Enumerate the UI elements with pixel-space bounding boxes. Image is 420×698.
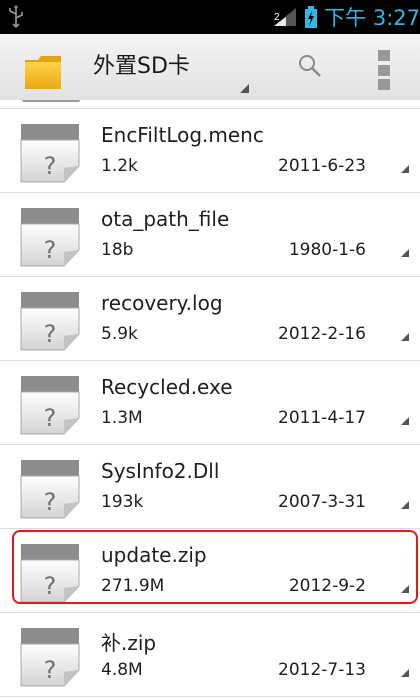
dropdown-indicator-icon[interactable] [240,84,249,93]
file-name: EncFiltLog.menc [101,123,264,147]
list-item[interactable]: ? SysInfo2.Dll 193k 2007-3-31 [0,446,420,529]
file-date: 2007-3-31 [278,492,366,512]
file-icon [22,100,80,102]
list-item-partial[interactable] [0,100,420,109]
unknown-file-icon: ? [20,376,80,435]
svg-text:?: ? [44,572,57,600]
search-icon[interactable] [296,52,324,80]
action-bar: 外置SD卡 [0,34,420,101]
item-menu-indicator-icon[interactable] [401,333,409,341]
item-menu-indicator-icon[interactable] [401,417,409,425]
file-size: 18b [101,240,134,260]
file-name: Recycled.exe [101,375,233,399]
unknown-file-icon: ? [20,208,80,267]
folder-icon[interactable] [24,54,62,90]
overflow-menu-icon[interactable] [378,50,390,90]
list-item[interactable]: ? ota_path_file 18b 1980-1-6 [0,194,420,277]
file-date: 2012-2-16 [278,324,366,344]
unknown-file-icon: ? [20,628,80,687]
signal-icon: 2 [274,8,297,26]
battery-charging-icon [305,6,318,28]
usb-icon [9,5,23,28]
svg-text:?: ? [44,488,57,516]
file-size: 5.9k [101,324,138,344]
file-name: update.zip [101,543,207,567]
svg-text:?: ? [44,404,57,432]
clock: 下午 3:27 [324,6,420,30]
item-menu-indicator-icon[interactable] [401,165,409,173]
list-item[interactable]: ? 补.zip 4.8M 2012-7-13 [0,614,420,697]
file-name: 补.zip [101,631,157,655]
file-name: ota_path_file [101,207,230,231]
file-size: 1.2k [101,156,138,176]
list-item[interactable]: ? Recycled.exe 1.3M 2011-4-17 [0,362,420,445]
file-size: 193k [101,492,144,512]
list-item[interactable]: ? recovery.log 5.9k 2012-2-16 [0,278,420,361]
unknown-file-icon: ? [20,124,80,183]
file-name: recovery.log [101,291,223,315]
file-date: 2011-6-23 [278,156,366,176]
list-item[interactable]: ? EncFiltLog.menc 1.2k 2011-6-23 [0,110,420,193]
item-menu-indicator-icon[interactable] [401,501,409,509]
file-size: 1.3M [101,408,143,428]
file-date: 2012-9-2 [288,576,366,596]
unknown-file-icon: ? [20,544,80,603]
unknown-file-icon: ? [20,292,80,351]
svg-text:?: ? [44,656,57,684]
unknown-file-icon: ? [20,460,80,519]
file-list[interactable]: ? EncFiltLog.menc 1.2k 2011-6-23 ? ota_p… [0,100,420,698]
list-item[interactable]: ? update.zip 271.9M 2012-9-2 [0,530,420,613]
item-menu-indicator-icon[interactable] [401,585,409,593]
file-name: SysInfo2.Dll [101,459,220,483]
file-date: 2012-7-13 [278,660,366,680]
svg-text:2: 2 [274,12,280,23]
item-menu-indicator-icon[interactable] [401,249,409,257]
svg-text:?: ? [44,152,57,180]
file-date: 1980-1-6 [288,240,366,260]
file-size: 271.9M [101,576,165,596]
svg-text:?: ? [44,236,57,264]
file-date: 2011-4-17 [278,408,366,428]
status-bar: 2 下午 3:27 [0,0,420,34]
file-size: 4.8M [101,660,143,680]
storage-title[interactable]: 外置SD卡 [93,48,190,80]
svg-text:?: ? [44,320,57,348]
item-menu-indicator-icon[interactable] [401,669,409,677]
